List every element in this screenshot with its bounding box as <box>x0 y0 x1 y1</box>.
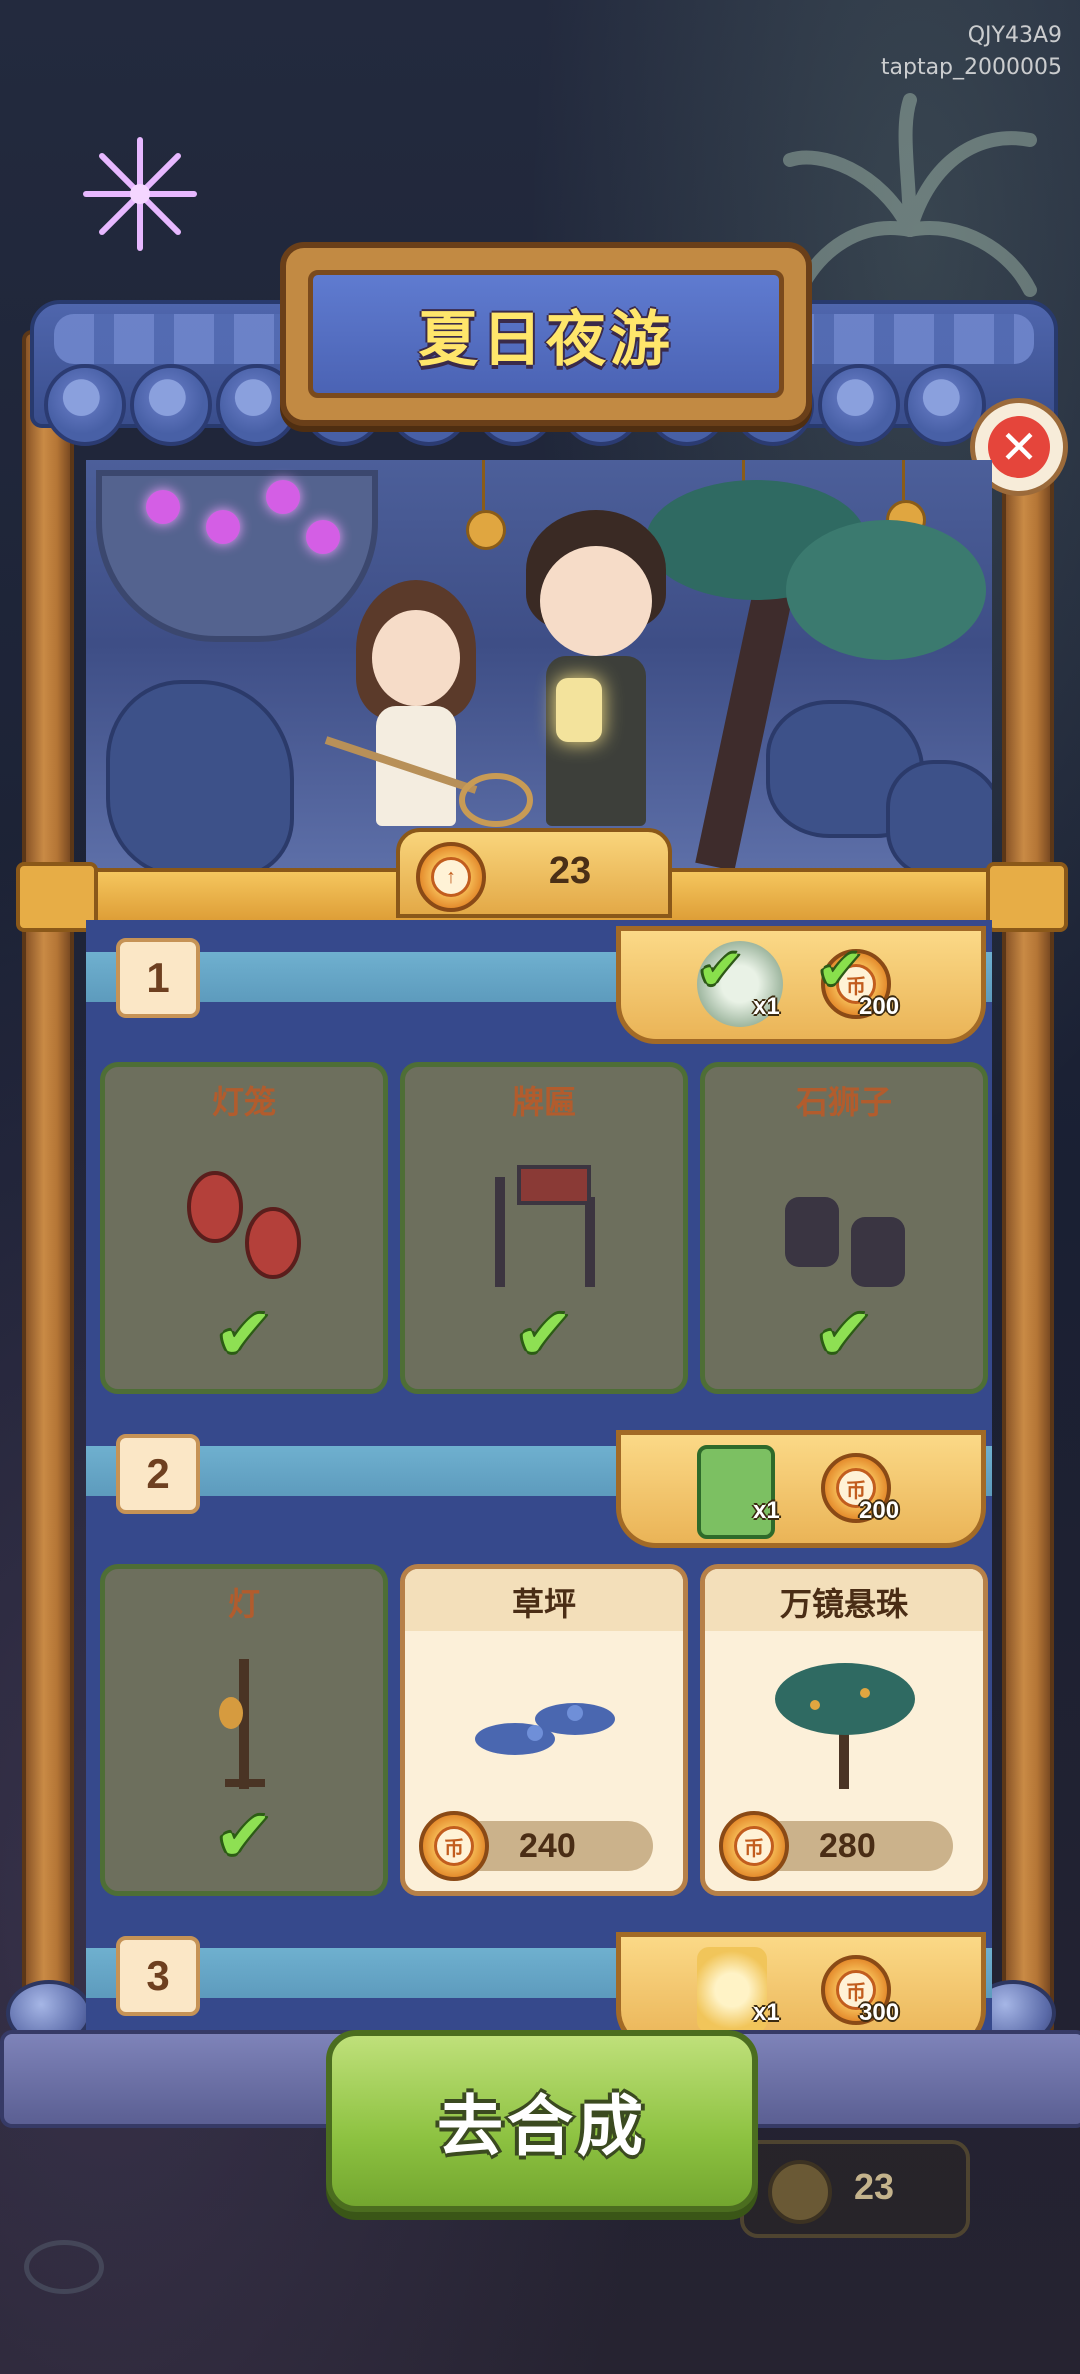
item-card[interactable]: 石狮子 ✔ <box>700 1062 988 1394</box>
price-amount: 240 <box>519 1827 576 1865</box>
reward-item-qty: x1 <box>753 993 780 1020</box>
tree-icon <box>775 1663 915 1789</box>
title-board: 夏日夜游 <box>280 242 812 426</box>
item-card[interactable]: 灯笼 ✔ <box>100 1062 388 1394</box>
rock <box>886 760 992 870</box>
item-card[interactable]: 万镜悬珠 币 280 <box>700 1564 988 1896</box>
lantern-icon <box>187 1171 301 1279</box>
flower <box>146 490 180 524</box>
stone-lion-icon <box>785 1197 905 1287</box>
item-card[interactable]: 牌匾 ✔ <box>400 1062 688 1394</box>
reward-item-qty: x1 <box>753 1999 780 2026</box>
price-coin-icon: 币 <box>719 1811 789 1881</box>
row-number: 3 <box>116 1936 200 2016</box>
roof-tile <box>44 364 126 446</box>
rock <box>106 680 294 870</box>
completed-check-icon: ✔ <box>514 1295 574 1373</box>
watermark-line1: QJY43A9 <box>967 23 1062 48</box>
price-amount: 280 <box>819 1827 876 1865</box>
boy-face <box>540 546 652 656</box>
price-tag: 币 240 <box>419 1811 653 1881</box>
row-reward[interactable]: x1 币 300 <box>616 1932 986 2030</box>
girl-face <box>372 610 460 706</box>
row-reward[interactable]: x1 币 200 ✔ ✔ <box>616 926 986 1044</box>
item-name: 牌匾 <box>511 1084 576 1120</box>
scene-illustration <box>86 460 992 870</box>
item-name: 万镜悬珠 <box>779 1586 908 1622</box>
watermark: QJY43A9 taptap_2000005 <box>881 20 1062 84</box>
reward-coin-amount: 200 <box>859 993 900 1020</box>
completed-check-icon: ✔ <box>214 1797 274 1875</box>
lamp-post-icon <box>219 1659 265 1789</box>
task-panel[interactable]: 1 x1 币 200 ✔ ✔ 灯笼 ✔ 牌匾 ✔ 石狮子 ✔ 2 x1 币 20… <box>86 920 992 2030</box>
claimed-check-icon: ✔ <box>697 938 744 1001</box>
firework-icon <box>83 137 197 251</box>
item-name: 灯 <box>227 1586 260 1622</box>
token-glyph: 币 <box>434 1826 474 1866</box>
row-number: 1 <box>116 938 200 1018</box>
roof-tile <box>130 364 212 446</box>
lawn-icon <box>475 1703 615 1755</box>
flower <box>206 510 240 544</box>
token-glyph: ↑ <box>431 857 471 897</box>
bottom-token-icon <box>768 2160 832 2224</box>
go-synthesize-label: 去合成 <box>437 2089 647 2163</box>
item-card[interactable]: 灯 ✔ <box>100 1564 388 1896</box>
plaque-gate-icon <box>495 1165 595 1287</box>
flower-pot <box>96 470 378 642</box>
item-name: 草坪 <box>511 1586 576 1622</box>
price-coin-icon: 币 <box>419 1811 489 1881</box>
row-number: 2 <box>116 1434 200 1514</box>
completed-check-icon: ✔ <box>814 1295 874 1373</box>
page-title: 夏日夜游 <box>418 305 674 373</box>
string <box>482 460 485 510</box>
currency-token-icon: ↑ <box>416 842 486 912</box>
beam-cap-right <box>986 862 1068 932</box>
string <box>902 460 905 500</box>
row-reward[interactable]: x1 币 200 <box>616 1430 986 1548</box>
price-tag: 币 280 <box>719 1811 953 1881</box>
title-plaque: 夏日夜游 <box>308 270 784 398</box>
boy-character <box>516 510 676 850</box>
reward-item-qty: x1 <box>753 1497 780 1524</box>
currency-count: 23 <box>548 849 592 892</box>
reward-coin-amount: 300 <box>859 1999 900 2026</box>
go-synthesize-button[interactable]: 去合成 <box>326 2030 758 2212</box>
token-glyph: 币 <box>734 1826 774 1866</box>
frame-post-right <box>1002 330 1054 2038</box>
completed-check-icon: ✔ <box>214 1295 274 1373</box>
frame-post-left <box>22 330 74 2038</box>
roof-tile <box>818 364 900 446</box>
firefly-jar-icon <box>556 678 602 742</box>
item-card[interactable]: 草坪 币 240 <box>400 1564 688 1896</box>
eye-icon[interactable] <box>24 2240 104 2294</box>
bottom-counter: 23 <box>740 2140 970 2238</box>
close-icon[interactable]: ✕ <box>988 416 1050 478</box>
hanging-coin <box>466 510 506 550</box>
bottom-counter-value: 23 <box>854 2166 895 2207</box>
claimed-check-icon: ✔ <box>817 938 864 1001</box>
flower <box>266 480 300 514</box>
watermark-line2: taptap_2000005 <box>880 55 1062 80</box>
item-name: 石狮子 <box>795 1084 892 1120</box>
reward-coin-amount: 200 <box>859 1497 900 1524</box>
bug-net-icon <box>324 736 533 827</box>
tree-leaves <box>786 520 986 660</box>
item-name: 灯笼 <box>211 1084 276 1120</box>
flower <box>306 520 340 554</box>
